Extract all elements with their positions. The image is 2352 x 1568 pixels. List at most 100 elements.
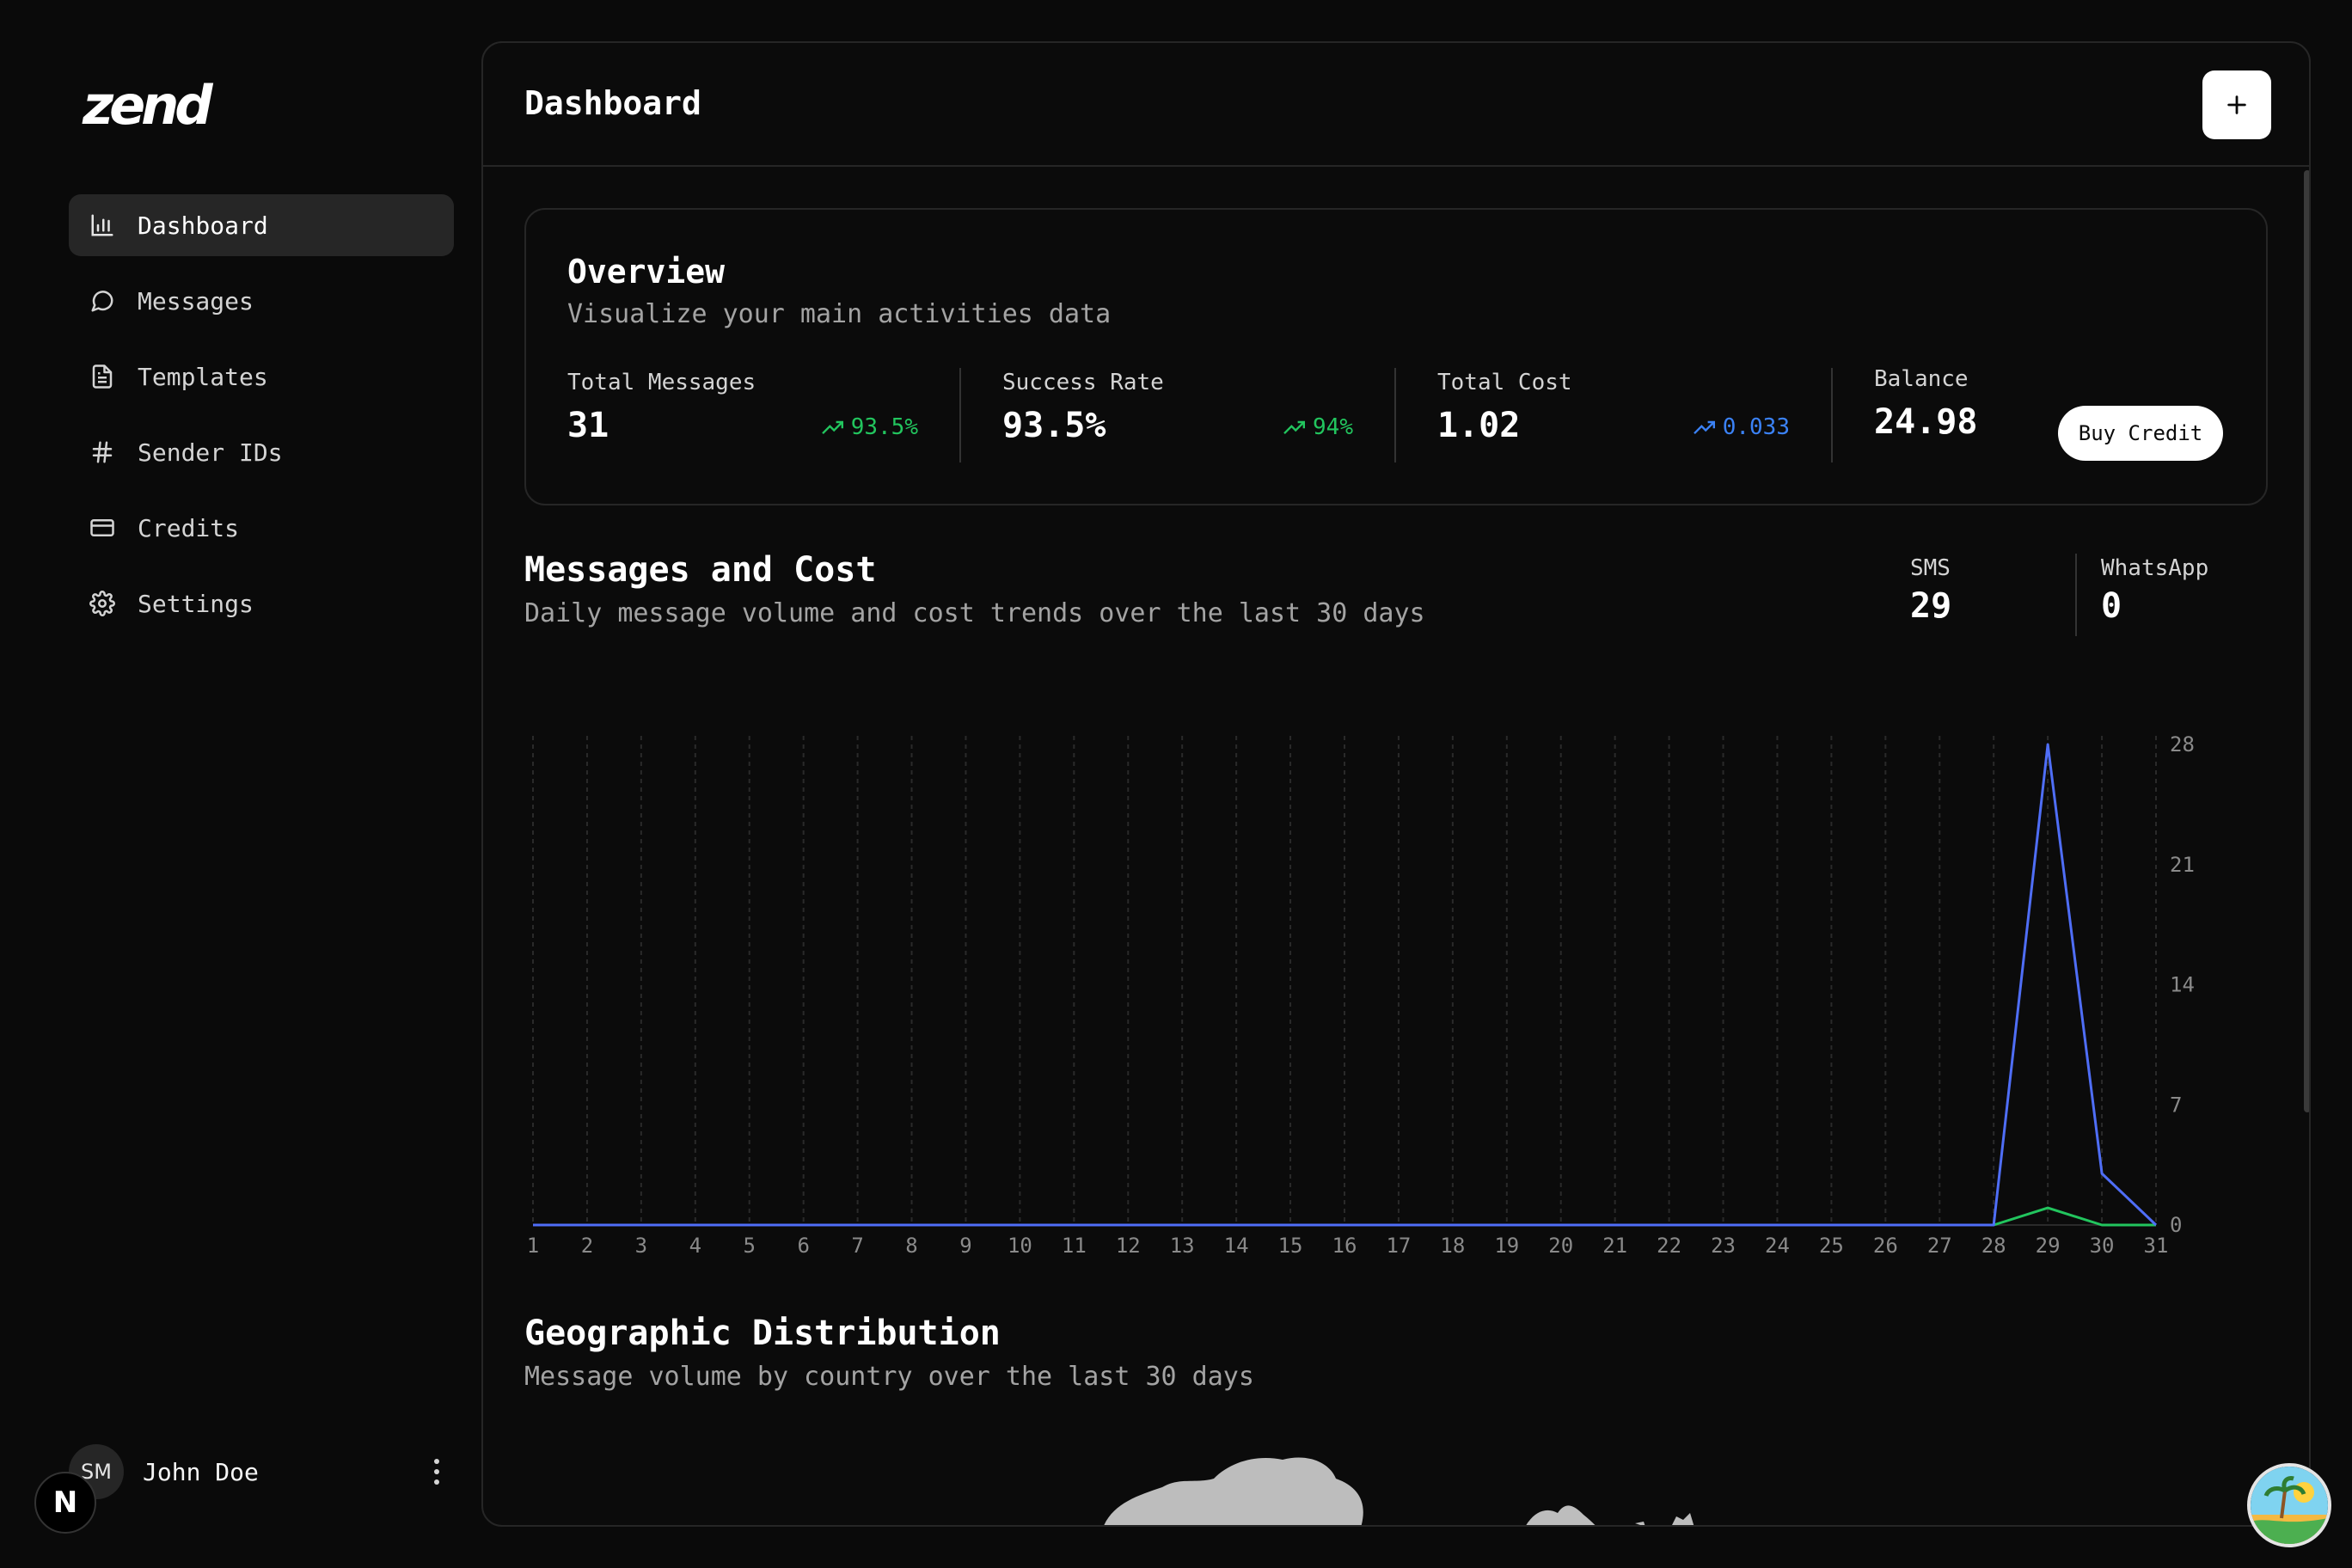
x-tick-label: 8 xyxy=(905,1234,917,1258)
gear-icon xyxy=(89,591,115,616)
overview-card: Overview Visualize your main activities … xyxy=(524,208,2268,505)
stat-trend: 93.5% xyxy=(820,414,918,440)
sidebar-item-dashboard[interactable]: Dashboard xyxy=(69,194,454,256)
beach-illustration-icon xyxy=(2251,1467,2328,1544)
legend-label: WhatsApp xyxy=(2101,555,2209,581)
file-text-icon xyxy=(92,364,113,389)
stat-label: Balance xyxy=(1874,366,1969,392)
add-button[interactable] xyxy=(2202,70,2271,139)
messages-chart-subtitle: Daily message volume and cost trends ove… xyxy=(524,598,1425,628)
stat-total-cost: Total Cost 1.02 0.033 xyxy=(1437,370,1790,464)
x-tick-label: 1 xyxy=(527,1234,539,1258)
world-map xyxy=(1104,1457,1694,1525)
stat-value: 1.02 xyxy=(1437,406,1521,445)
map-landmass xyxy=(1104,1457,1363,1525)
sidebar-item-label: Settings xyxy=(138,589,254,618)
legend-divider xyxy=(2075,554,2077,636)
x-tick-label: 14 xyxy=(1224,1234,1249,1258)
plus-icon xyxy=(2227,95,2246,114)
x-tick-label: 10 xyxy=(1008,1234,1032,1258)
legend-whatsapp[interactable]: WhatsApp 0 xyxy=(2101,555,2208,626)
overview-subtitle: Visualize your main activities data xyxy=(567,299,1112,329)
x-tick-label: 25 xyxy=(1819,1234,1844,1258)
x-tick-label: 19 xyxy=(1494,1234,1519,1258)
sidebar-item-messages[interactable]: Messages xyxy=(69,270,454,332)
legend-value: 29 xyxy=(1910,586,1952,626)
user-menu[interactable]: SM John Doe xyxy=(69,1444,454,1499)
x-tick-label: 17 xyxy=(1386,1234,1411,1258)
x-tick-label: 22 xyxy=(1657,1234,1681,1258)
hash-icon xyxy=(92,441,113,463)
stat-divider xyxy=(1394,368,1396,462)
stat-label: Total Cost xyxy=(1437,370,1572,395)
x-tick-label: 3 xyxy=(635,1234,647,1258)
stat-label: Success Rate xyxy=(1002,370,1164,395)
stat-balance: Balance 24.98 xyxy=(1874,366,2046,461)
app-logo[interactable]: zend xyxy=(83,74,213,137)
message-circle-icon xyxy=(91,291,113,312)
x-tick-label: 5 xyxy=(744,1234,756,1258)
stat-divider xyxy=(959,368,961,462)
bar-chart-icon xyxy=(91,214,113,236)
legend-sms[interactable]: SMS 29 xyxy=(1910,555,1951,626)
geo-title: Geographic Distribution xyxy=(524,1314,1001,1353)
credit-card-icon xyxy=(90,519,114,536)
trending-up-icon xyxy=(1693,420,1715,435)
x-tick-label: 23 xyxy=(1711,1234,1736,1258)
page-header: Dashboard xyxy=(483,43,2309,167)
y-tick-label: 0 xyxy=(2170,1213,2182,1237)
page-title: Dashboard xyxy=(524,84,701,122)
stat-divider xyxy=(1831,368,1833,462)
x-tick-label: 16 xyxy=(1332,1234,1357,1258)
sidebar-item-label: Templates xyxy=(138,362,268,391)
messages-chart-title: Messages and Cost xyxy=(524,550,877,590)
sidebar-item-credits[interactable]: Credits xyxy=(69,497,454,559)
buy-credit-button[interactable]: Buy Credit xyxy=(2058,406,2223,461)
y-tick-label: 7 xyxy=(2170,1093,2182,1117)
sidebar-item-templates[interactable]: Templates xyxy=(69,346,454,407)
map-landmass xyxy=(1635,1522,1645,1525)
stat-label: Total Messages xyxy=(567,370,756,395)
stat-trend-value: 94% xyxy=(1313,414,1353,440)
stat-trend: 94% xyxy=(1282,414,1353,440)
map-landmass xyxy=(1672,1513,1694,1525)
x-tick-label: 26 xyxy=(1873,1234,1898,1258)
stat-total-messages: Total Messages 31 93.5% xyxy=(567,370,918,464)
sidebar-item-label: Sender IDs xyxy=(138,438,283,467)
main-panel: Dashboard Overview Visualize your main a… xyxy=(481,41,2311,1527)
sidebar-item-settings[interactable]: Settings xyxy=(69,573,454,634)
sidebar-item-label: Dashboard xyxy=(138,211,268,240)
x-tick-label: 18 xyxy=(1440,1234,1465,1258)
y-tick-label: 28 xyxy=(2170,732,2195,756)
overview-title: Overview xyxy=(567,253,726,291)
x-tick-label: 4 xyxy=(689,1234,701,1258)
map-landmass xyxy=(1526,1505,1596,1525)
stat-success-rate: Success Rate 93.5% 94% xyxy=(1002,370,1353,464)
sidebar-item-label: Messages xyxy=(138,286,254,315)
x-tick-label: 29 xyxy=(2036,1234,2061,1258)
more-vertical-icon[interactable] xyxy=(428,1456,445,1487)
x-tick-label: 13 xyxy=(1170,1234,1195,1258)
x-tick-label: 11 xyxy=(1062,1234,1087,1258)
legend-label: SMS xyxy=(1910,555,1951,581)
stat-value: 93.5% xyxy=(1002,406,1106,445)
sidebar: zend Dashboard Messages Templates Sender… xyxy=(0,0,481,1568)
x-tick-label: 27 xyxy=(1927,1234,1952,1258)
sidebar-item-label: Credits xyxy=(138,513,240,542)
x-tick-label: 6 xyxy=(797,1234,809,1258)
stat-trend: 0.033 xyxy=(1692,414,1790,440)
trending-up-icon xyxy=(821,420,843,435)
x-tick-label: 24 xyxy=(1765,1234,1790,1258)
x-tick-label: 2 xyxy=(581,1234,593,1258)
sidebar-item-sender-ids[interactable]: Sender IDs xyxy=(69,421,454,483)
x-tick-label: 21 xyxy=(1602,1234,1627,1258)
assistant-avatar[interactable] xyxy=(2247,1463,2331,1547)
y-tick-label: 14 xyxy=(2170,973,2195,997)
nextjs-badge-icon[interactable]: N xyxy=(34,1472,96,1534)
stat-value: 24.98 xyxy=(1874,402,1978,442)
stat-trend-value: 93.5% xyxy=(850,414,918,440)
messages-line-chart: 1 2 3 4 5 6 7 8 9 10 11 12 13 14 15 16 17 18 19 20 21 22 23 24 2… xyxy=(527,732,2195,1258)
x-tick-label: 20 xyxy=(1548,1234,1573,1258)
y-tick-label: 21 xyxy=(2170,853,2195,877)
legend-value: 0 xyxy=(2101,586,2122,626)
